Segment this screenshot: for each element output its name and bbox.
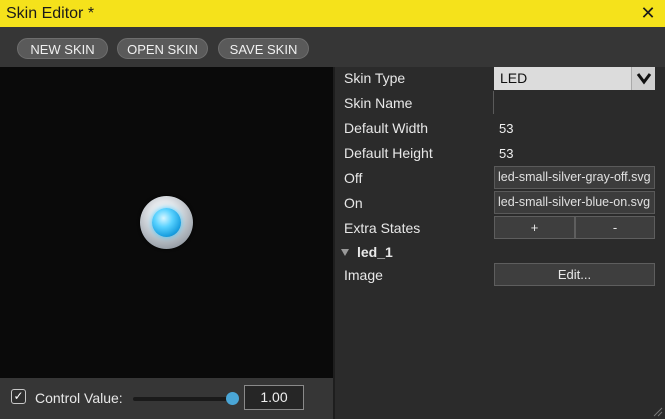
on-label: On: [344, 195, 363, 211]
collapse-triangle-icon[interactable]: [341, 249, 349, 256]
close-icon[interactable]: ✕: [640, 0, 656, 27]
skin-type-dropdown[interactable]: LED: [494, 67, 655, 90]
resize-grip-icon[interactable]: [651, 405, 663, 417]
remove-state-button[interactable]: -: [575, 216, 655, 239]
image-label: Image: [344, 267, 383, 283]
control-value-slider[interactable]: [133, 397, 233, 401]
led-light: [152, 208, 181, 237]
open-skin-button[interactable]: OPEN SKIN: [117, 38, 208, 59]
window-title: Skin Editor *: [6, 5, 95, 22]
chevron-down-icon[interactable]: [631, 67, 655, 90]
slider-thumb[interactable]: [226, 392, 239, 405]
save-skin-button[interactable]: SAVE SKIN: [218, 38, 309, 59]
skin-type-value: LED: [500, 70, 528, 86]
default-height-label: Default Height: [344, 145, 433, 161]
control-value-input[interactable]: 1.00: [244, 385, 304, 410]
extra-states-label: Extra States: [344, 220, 421, 236]
off-file-field[interactable]: led-small-silver-gray-off.svg: [494, 166, 655, 189]
off-label: Off: [344, 170, 363, 186]
default-width-field[interactable]: 53: [499, 121, 513, 136]
add-state-button[interactable]: +: [494, 216, 575, 239]
control-value-label: Control Value:: [35, 390, 123, 406]
skin-name-field-edge: [493, 91, 494, 114]
skin-name-label: Skin Name: [344, 95, 413, 111]
skin-preview-canvas: [0, 67, 333, 378]
default-height-field[interactable]: 53: [499, 146, 513, 161]
title-bar: Skin Editor * ✕: [0, 0, 665, 27]
on-file-field[interactable]: led-small-silver-blue-on.svg: [494, 191, 655, 214]
new-skin-button[interactable]: NEW SKIN: [17, 38, 108, 59]
toolbar: NEW SKIN OPEN SKIN SAVE SKIN: [0, 27, 665, 67]
skin-type-label: Skin Type: [344, 70, 406, 86]
control-value-checkbox[interactable]: ✓: [11, 389, 26, 404]
default-width-label: Default Width: [344, 120, 429, 136]
control-bar: ✓ Control Value: 1.00: [0, 378, 333, 419]
edit-image-button[interactable]: Edit...: [494, 263, 655, 286]
led-preview[interactable]: [140, 196, 193, 249]
state-name: led_1: [357, 244, 393, 260]
properties-panel: Skin Type LED Skin Name Default Width 53…: [335, 67, 665, 419]
